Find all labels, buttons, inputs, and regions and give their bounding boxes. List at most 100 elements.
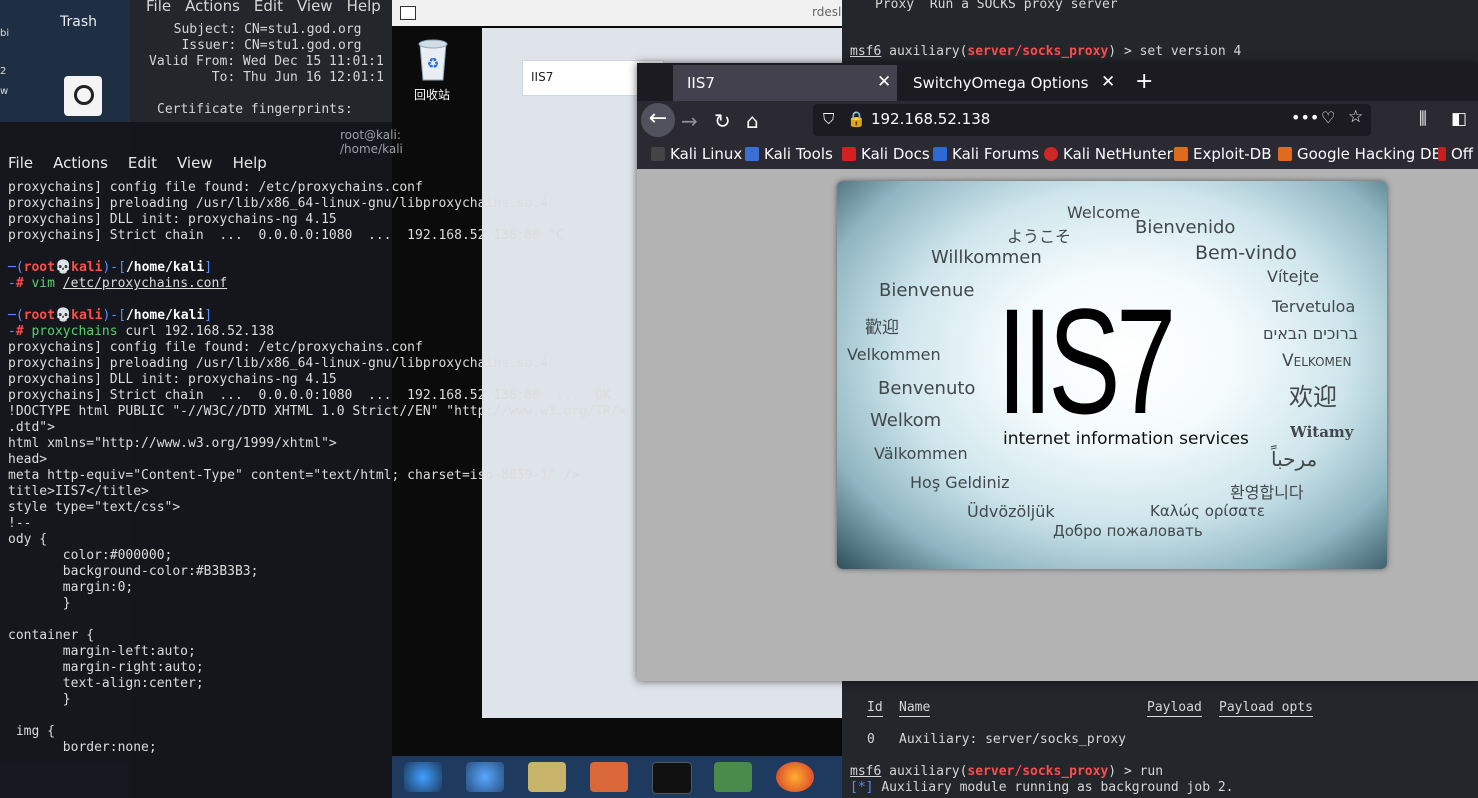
bookmark-kali-docs[interactable]: Kali Docs: [842, 145, 930, 163]
bookmark-kali-linux[interactable]: Kali Linux: [651, 145, 742, 163]
welcome-word: ברוכים הבאים: [1263, 324, 1358, 343]
msf-command: set version 4: [1139, 44, 1242, 59]
rdesktop-title: rdesl: [812, 5, 842, 19]
welcome-word: Benvenuto: [878, 378, 976, 399]
recycle-bin-icon[interactable]: ♻: [414, 36, 452, 82]
home-icon[interactable]: ⌂: [746, 109, 759, 133]
bookmark-label: Google Hacking DB: [1297, 145, 1442, 163]
kali-terminal-window[interactable]: root@kali: /home/kali File Actions Edit Vie…: [0, 122, 626, 798]
ie-tab-label: IIS7: [531, 70, 554, 84]
welcome-word: Καλώς ορίσατε: [1150, 502, 1266, 520]
bookmark-label: Kali Forums: [952, 145, 1040, 163]
bookmark-kali-tools[interactable]: Kali Tools: [745, 145, 833, 163]
row-name: Auxiliary: server/socks_proxy: [899, 732, 1126, 747]
url-text[interactable]: 192.168.52.138: [871, 110, 990, 128]
kali-tools-icon: [745, 147, 759, 161]
ie-taskbar-icon[interactable]: [466, 762, 504, 792]
row-id: 0: [867, 732, 875, 747]
menu-view[interactable]: View: [177, 154, 213, 172]
msf-prompt: msf6: [850, 44, 882, 59]
close-icon[interactable]: ✕: [1101, 72, 1115, 92]
kali-docs-icon: [842, 147, 856, 161]
terminal-output: proxychains] config file found: /etc/pro…: [8, 180, 627, 755]
menu-actions[interactable]: Actions: [53, 154, 108, 172]
msf-command-line: msf6 auxiliary(server/socks_proxy) > set…: [850, 44, 1242, 59]
bookmark-label: Kali Docs: [861, 145, 930, 163]
trash-label[interactable]: Trash: [60, 14, 97, 30]
svg-text:♻: ♻: [427, 56, 440, 72]
iis7-subtitle: internet information services: [1003, 429, 1249, 449]
pocket-icon[interactable]: ♡: [1321, 108, 1335, 127]
col-id: Id: [867, 700, 883, 717]
back-arrow-icon[interactable]: ←: [641, 103, 675, 137]
new-tab-icon[interactable]: +: [1135, 69, 1153, 94]
msf-command-line: msf6 auxiliary(server/socks_proxy) > run…: [850, 764, 1234, 795]
exploit-db-icon: [1174, 147, 1188, 161]
sidebar-icon[interactable]: ◧: [1451, 109, 1467, 129]
terminal-title: root@kali: /home/kali: [340, 128, 403, 156]
firefox-tabbar: IIS7 ✕ SwitchyOmega Options ✕ +: [637, 63, 1478, 101]
window-icon: [400, 6, 416, 20]
bookmark-label: Kali Tools: [764, 145, 833, 163]
firefox-taskbar-icon[interactable]: [776, 762, 814, 792]
iis7-welcome-image: Welcome ようこそ Bienvenido Willkommen Bem-v…: [837, 181, 1387, 569]
tab-iis7[interactable]: IIS7 ✕: [673, 65, 897, 101]
welcome-word: ようこそ: [1007, 227, 1072, 246]
page-actions-icon[interactable]: •••: [1291, 108, 1319, 127]
welcome-word: Velkommen: [847, 345, 941, 364]
terminal-menubar: File Actions Edit View Help: [8, 154, 287, 172]
reload-icon[interactable]: ↻: [714, 109, 731, 133]
library-icon[interactable]: ⫼: [1419, 109, 1427, 129]
bookmark-star-icon[interactable]: ☆: [1348, 107, 1363, 127]
menu-view[interactable]: View: [297, 0, 333, 15]
welcome-word: Bienvenido: [1135, 217, 1236, 238]
menu-edit[interactable]: Edit: [254, 0, 283, 15]
bookmark-offsec[interactable]: Off: [1438, 145, 1473, 163]
bookmark-exploit-db[interactable]: Exploit-DB: [1174, 145, 1272, 163]
menu-actions[interactable]: Actions: [185, 0, 240, 15]
firefox-window: IIS7 ✕ SwitchyOmega Options ✕ + ← → ↻ ⌂ …: [637, 63, 1478, 681]
col-name: Name: [899, 700, 931, 717]
cmd-taskbar-icon[interactable]: [652, 762, 692, 794]
recycle-bin-label[interactable]: 回收站: [414, 86, 450, 103]
rdesktop-titlebar[interactable]: rdesl: [392, 0, 842, 26]
menu-edit[interactable]: Edit: [128, 154, 157, 172]
start-button-icon[interactable]: [404, 762, 442, 792]
cert-line: Valid From: Wed Dec 15 11:01:1: [149, 54, 384, 69]
welcome-word: Välkommen: [874, 444, 968, 463]
ghdb-icon: [1278, 147, 1292, 161]
bookmark-kali-forums[interactable]: Kali Forums: [933, 145, 1039, 163]
welcome-word: Добро пожаловать: [1053, 522, 1203, 540]
menu-help[interactable]: Help: [347, 0, 381, 15]
cert-line: To: Thu Jun 16 12:01:1: [157, 70, 384, 85]
drive-icon[interactable]: [64, 76, 102, 116]
welcome-word: Velkomen: [1282, 351, 1352, 371]
welcome-word: Willkommen: [931, 247, 1042, 268]
bookmarks-toolbar: Kali Linux Kali Tools Kali Docs Kali For…: [637, 141, 1478, 169]
windows-taskbar: [392, 756, 842, 798]
menu-help[interactable]: Help: [233, 154, 267, 172]
bookmark-ghdb[interactable]: Google Hacking DB: [1278, 145, 1442, 163]
welcome-word: Welkom: [870, 410, 942, 431]
app-taskbar-icon[interactable]: [714, 762, 752, 792]
shield-icon[interactable]: ⛉: [823, 110, 834, 128]
welcome-word: Welcome: [1067, 203, 1141, 222]
kali-dragon-icon: [651, 147, 665, 161]
explorer-taskbar-icon[interactable]: [528, 762, 566, 792]
close-icon[interactable]: ✕: [877, 72, 891, 92]
forward-arrow-icon[interactable]: →: [681, 109, 698, 133]
firefox-navbar: ← → ↻ ⌂ ⛉ 🔒 192.168.52.138 ••• ♡ ☆ ⫼ ◧: [637, 101, 1478, 141]
nethunter-icon: [1044, 147, 1058, 161]
bookmark-kali-nethunter[interactable]: Kali NetHunter: [1044, 145, 1173, 163]
welcome-word: 欢迎: [1289, 383, 1337, 411]
col-payload-opts: Payload opts: [1219, 700, 1313, 717]
insecure-lock-icon[interactable]: 🔒: [847, 110, 866, 128]
media-taskbar-icon[interactable]: [590, 762, 628, 792]
menu-file[interactable]: File: [8, 154, 33, 172]
bookmark-label: Kali NetHunter: [1063, 145, 1173, 163]
menu-file[interactable]: File: [146, 0, 171, 15]
tab-switchyomega[interactable]: SwitchyOmega Options ✕: [899, 65, 1123, 101]
welcome-word: Bem-vindo: [1195, 242, 1297, 264]
url-bar[interactable]: ⛉ 🔒 192.168.52.138 ••• ♡ ☆: [813, 104, 1371, 136]
kali-forums-icon: [933, 147, 947, 161]
